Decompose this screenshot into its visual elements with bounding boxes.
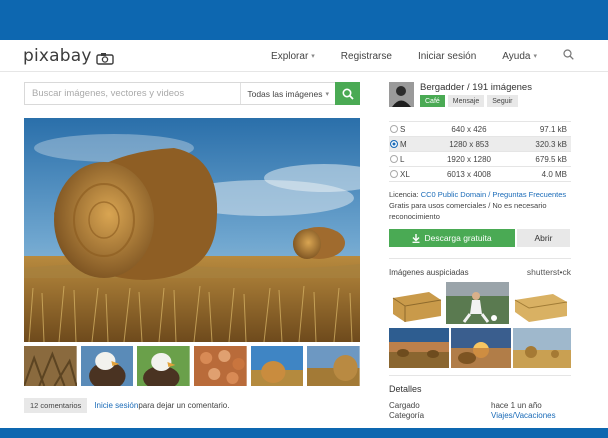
license-info: Licencia: CC0 Public Domain / Preguntas … <box>389 189 573 222</box>
size-label: S <box>400 124 406 134</box>
license-text: Gratis para usos comerciales / No es nec… <box>389 201 547 221</box>
pixabay-logo[interactable]: pixabay <box>23 46 114 66</box>
nav-help[interactable]: Ayuda ▾ <box>502 51 537 62</box>
size-label: XL <box>400 169 410 179</box>
search-filter-select[interactable]: Todas las imágenes ▾ <box>240 83 335 104</box>
sponsored-image[interactable] <box>451 328 511 368</box>
category-link[interactable]: Viajes/Vacaciones <box>491 411 556 420</box>
related-thumb[interactable] <box>250 346 304 386</box>
size-label: L <box>400 154 405 164</box>
related-thumb[interactable] <box>137 346 191 386</box>
sponsored-label: Imágenes auspiciadas <box>389 268 469 277</box>
main-nav: Explorar ▾ Registrarse Iniciar sesión Ayu… <box>271 40 608 72</box>
sponsored-image[interactable] <box>389 328 449 368</box>
sponsored-image[interactable] <box>389 282 444 324</box>
related-thumb[interactable] <box>194 346 247 386</box>
license-link[interactable]: CC0 Public Domain / Preguntas Frecuentes <box>421 190 567 199</box>
details-row: Cargado hace 1 un año <box>389 400 573 410</box>
search-filter-label: Todas las imágenes <box>247 88 323 99</box>
nav-explore-label: Explorar <box>271 50 309 62</box>
size-filesize: 679.5 kB <box>535 154 567 164</box>
search-icon[interactable] <box>563 49 574 63</box>
download-label: Descarga gratuita <box>424 233 492 243</box>
search-icon <box>341 87 354 100</box>
related-thumb[interactable] <box>24 346 77 386</box>
shutterstock-logo[interactable]: shutterst•ck <box>527 267 571 277</box>
download-icon <box>412 233 420 243</box>
size-radio[interactable] <box>390 155 398 163</box>
size-option-s[interactable]: S 640 x 426 97.1 kB <box>389 122 571 137</box>
nav-help-label: Ayuda <box>502 50 531 62</box>
size-dims: 1920 x 1280 <box>446 154 492 164</box>
size-radio[interactable] <box>390 125 398 133</box>
chevron-down-icon: ▾ <box>325 90 329 98</box>
size-radio[interactable] <box>390 170 398 178</box>
related-thumbnails <box>24 346 361 386</box>
main-photo[interactable] <box>24 118 360 342</box>
logo-text: pixabay <box>23 46 92 66</box>
bottom-band <box>0 428 608 438</box>
divider <box>389 375 571 376</box>
message-button[interactable]: Mensaje <box>447 95 485 107</box>
related-thumb[interactable] <box>307 346 361 386</box>
search-button[interactable] <box>335 82 360 105</box>
author-name[interactable]: Bergadder / 191 imágenes <box>420 82 532 93</box>
avatar[interactable] <box>389 82 414 107</box>
size-option-l[interactable]: L 1920 x 1280 679.5 kB <box>389 152 571 167</box>
comments-suffix: para dejar un comentario. <box>138 401 230 410</box>
size-filesize: 320.3 kB <box>535 139 567 149</box>
related-thumb[interactable] <box>80 346 134 386</box>
size-dims: 1280 x 853 <box>449 139 489 149</box>
size-option-m[interactable]: M 1280 x 853 320.3 kB <box>389 137 571 152</box>
coffee-button[interactable]: Café <box>420 95 445 107</box>
open-button[interactable]: Abrir <box>517 229 570 247</box>
nav-login[interactable]: Iniciar sesión <box>418 51 476 62</box>
details-section: Detalles Cargado hace 1 un año Categoría… <box>389 384 573 420</box>
search-input[interactable] <box>25 83 241 104</box>
comments-row: 12 comentarios Inicie sesión para dejar … <box>24 398 229 413</box>
size-label: M <box>400 139 407 149</box>
nav-register[interactable]: Registrarse <box>341 51 392 62</box>
details-key: Categoría <box>389 410 425 420</box>
size-filesize: 97.1 kB <box>539 124 567 134</box>
chevron-down-icon: ▾ <box>311 52 315 60</box>
details-title: Detalles <box>389 384 422 394</box>
license-prefix: Licencia: <box>389 190 421 199</box>
download-button[interactable]: Descarga gratuita <box>389 229 515 247</box>
author-actions: Café Mensaje Seguir <box>420 95 518 107</box>
size-dims: 640 x 426 <box>451 124 487 134</box>
camera-icon <box>95 50 114 65</box>
nav-explore[interactable]: Explorar ▾ <box>271 51 315 62</box>
size-radio[interactable] <box>390 140 398 148</box>
size-options: S 640 x 426 97.1 kB M 1280 x 853 320.3 k… <box>389 121 571 182</box>
sponsored-image[interactable] <box>513 328 571 368</box>
sponsored-header: Imágenes auspiciadas shutterst•ck <box>389 267 571 277</box>
size-dims: 6013 x 4008 <box>446 169 492 179</box>
sponsored-image[interactable] <box>511 282 571 324</box>
size-filesize: 4.0 MB <box>541 169 567 179</box>
follow-button[interactable]: Seguir <box>487 95 518 107</box>
top-band <box>0 0 608 40</box>
divider <box>389 258 571 259</box>
size-option-xl[interactable]: XL 6013 x 4008 4.0 MB <box>389 167 571 182</box>
details-row: Categoría Viajes/Vacaciones <box>389 410 573 420</box>
details-value: hace 1 un año <box>491 400 542 410</box>
sponsored-image[interactable] <box>446 282 509 324</box>
comments-login-link[interactable]: Inicie sesión <box>94 401 138 410</box>
search-bar: Todas las imágenes▾ <box>24 82 360 105</box>
chevron-down-icon: ▾ <box>533 52 537 60</box>
comments-count[interactable]: 12 comentarios <box>24 398 88 413</box>
details-key: Cargado <box>389 400 420 410</box>
header-bar: pixabay Explorar ▾ Registrarse Iniciar se… <box>0 40 608 72</box>
